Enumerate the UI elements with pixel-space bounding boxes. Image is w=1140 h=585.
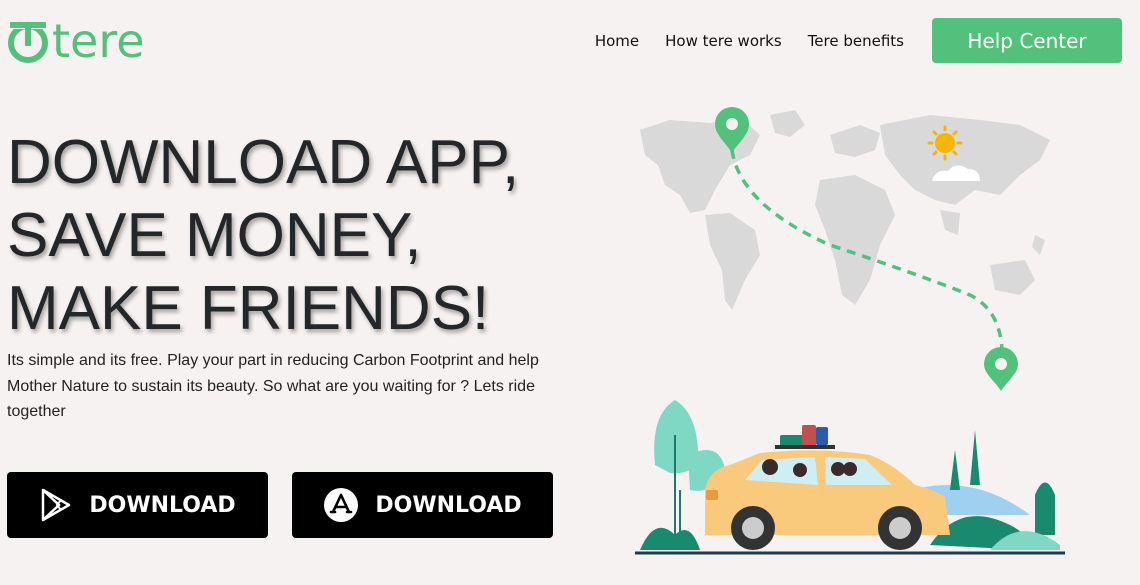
app-store-icon	[323, 487, 359, 523]
car-icon	[705, 425, 950, 550]
brand-name: tere	[52, 14, 145, 68]
top-nav: Home How tere works Tere benefits Help C…	[595, 18, 1122, 63]
hero-headline: DOWNLOAD APP, SAVE MONEY, MAKE FRIENDS!	[7, 126, 519, 345]
help-center-button[interactable]: Help Center	[932, 18, 1122, 63]
nav-tere-benefits[interactable]: Tere benefits	[808, 32, 904, 50]
nav-home[interactable]: Home	[595, 32, 639, 50]
app-store-download-label: DOWNLOAD	[375, 492, 522, 518]
headline-line-3: MAKE FRIENDS!	[7, 274, 490, 343]
world-map-icon	[640, 110, 1050, 310]
google-play-icon	[39, 488, 73, 522]
headline-line-1: DOWNLOAD APP,	[7, 128, 520, 197]
travel-map-illustration	[635, 107, 1065, 555]
app-store-download-button[interactable]: DOWNLOAD	[292, 472, 553, 538]
hero-description: Its simple and its free. Play your part …	[7, 352, 539, 420]
brand-logo[interactable]: tere	[6, 18, 145, 64]
nav-how-tere-works[interactable]: How tere works	[665, 32, 782, 50]
google-play-download-button[interactable]: DOWNLOAD	[7, 472, 268, 538]
tree-icon	[970, 430, 980, 485]
power-icon	[8, 21, 48, 63]
location-pin-icon	[984, 347, 1018, 391]
google-play-download-label: DOWNLOAD	[89, 492, 236, 518]
headline-line-2: SAVE MONEY,	[7, 201, 422, 270]
